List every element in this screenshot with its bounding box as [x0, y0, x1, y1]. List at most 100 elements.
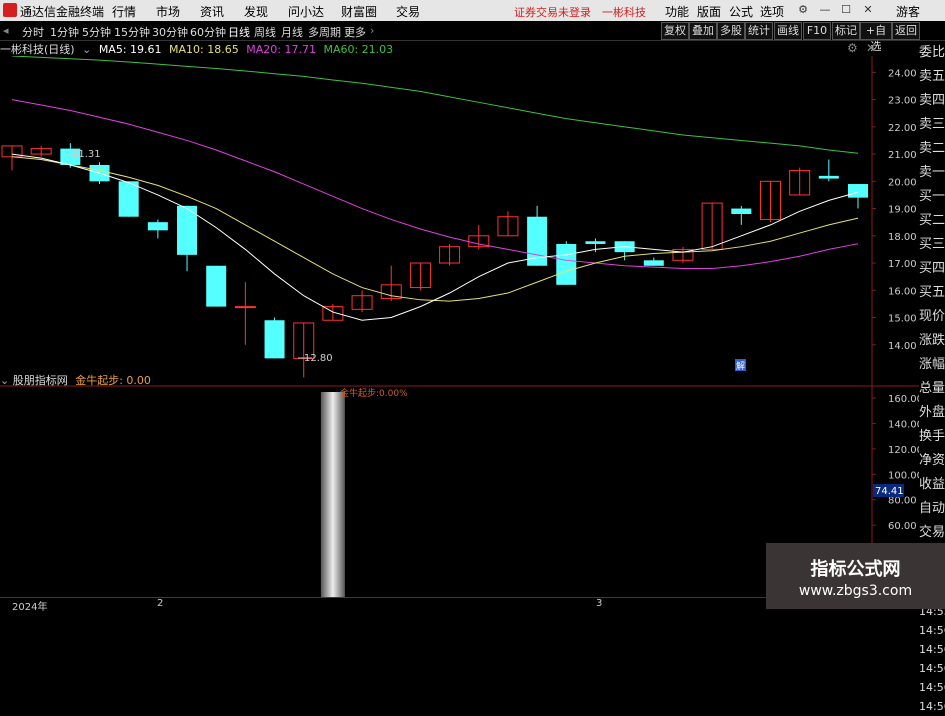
watermark-url: www.zbgs3.com [798, 583, 913, 599]
side-label: 14:56 [919, 624, 945, 637]
menu-options[interactable]: 选项 [760, 3, 784, 20]
add-watchlist-button[interactable]: +自选 [860, 22, 892, 53]
side-label: 买三 [919, 237, 945, 252]
menu-trade[interactable]: 交易 [396, 3, 420, 20]
side-label: 买五 [919, 285, 945, 300]
price-tick-label: 16.00 [888, 286, 917, 297]
stats-button[interactable]: 统计 [745, 22, 773, 40]
sub-tick-label: 60.00 [888, 521, 917, 532]
period-tick[interactable]: 分时 [22, 24, 44, 40]
f10-button[interactable]: F10 [803, 22, 831, 40]
side-label: 现价 [919, 309, 945, 324]
ma5-label: MA5: 19.61 [98, 43, 162, 56]
draw-line-button[interactable]: 画线 [774, 22, 802, 40]
visitor-label: 游客 [896, 5, 921, 19]
side-label: 净资 [919, 453, 945, 468]
menu-market-quotes[interactable]: 行情 [112, 3, 136, 20]
menu-bar: 通达信金融终端 行情 市场 资讯 发现 问小达 财富圈 交易 证券交易未登录 一… [0, 0, 945, 21]
menu-formula[interactable]: 公式 [729, 3, 753, 20]
price-tick-label: 17.00 [888, 259, 917, 270]
period-daily[interactable]: 日线 [228, 24, 250, 40]
candle-body [147, 222, 168, 231]
candle-body [643, 260, 664, 266]
ma10-label: MA10: 18.65 [169, 43, 239, 56]
price-tick-label: 15.00 [888, 314, 917, 325]
dropdown-icon[interactable]: ⌄ [82, 43, 91, 56]
ma10-line [11, 156, 859, 302]
side-label: 卖四 [919, 93, 945, 108]
candle-body [585, 241, 606, 244]
ma60-line [11, 56, 859, 154]
date-axis: 2024年 2 3 [0, 597, 872, 613]
date-label-feb: 2 [157, 598, 164, 609]
side-label: 买二 [919, 213, 945, 228]
sub-tick-label: 140.00 [888, 419, 919, 430]
close-panel-icon[interactable]: ✕ [866, 41, 876, 55]
maximize-icon[interactable]: ☐ [838, 2, 854, 18]
app-name: 通达信金融终端 [20, 5, 105, 19]
menu-function[interactable]: 功能 [665, 3, 689, 20]
settings-icon[interactable]: ⚙ [795, 2, 811, 18]
side-label: 涨跌 [919, 333, 945, 348]
app-logo-icon [3, 3, 17, 17]
ma60-label: MA60: 21.03 [323, 43, 394, 56]
side-label: 卖三 [919, 117, 945, 132]
menu-layout[interactable]: 版面 [697, 3, 721, 20]
menu-ask[interactable]: 问小达 [288, 3, 324, 20]
side-label: 14:56 [919, 681, 945, 694]
period-monthly[interactable]: 月线 [281, 24, 303, 40]
menu-market[interactable]: 市场 [156, 3, 180, 20]
candle-body [818, 175, 839, 179]
price-tick-label: 24.00 [888, 68, 917, 79]
indicator-bar [320, 392, 345, 597]
multi-stock-button[interactable]: 多股 [717, 22, 745, 40]
period-30min[interactable]: 30分钟 [152, 24, 188, 40]
back-button[interactable]: 返回 [892, 22, 920, 40]
side-label: 买一 [919, 189, 945, 204]
candle-body [234, 306, 256, 309]
menu-news[interactable]: 资讯 [200, 3, 224, 20]
menu-wealth[interactable]: 财富圈 [341, 3, 377, 20]
overlay-button[interactable]: 叠加 [689, 22, 717, 40]
sub-tick-label: 80.00 [888, 496, 917, 507]
candle-body [848, 184, 868, 198]
nav-left-icon[interactable]: ◂ [3, 24, 9, 37]
adjust-button[interactable]: 复权 [661, 22, 689, 40]
period-toolbar: ◂ 分时 1分钟 5分钟 15分钟 30分钟 60分钟 日线 周线 月线 多周期… [0, 21, 945, 53]
minimize-icon[interactable]: — [817, 2, 833, 18]
date-label-mar: 3 [596, 598, 603, 609]
date-label-year: 2024年 [12, 602, 48, 613]
sub-tick-label: 100.00 [888, 470, 919, 481]
period-60min[interactable]: 60分钟 [190, 24, 226, 40]
gear-icon[interactable]: ⚙ [847, 41, 858, 55]
side-label: 14:56 [919, 643, 945, 656]
close-icon[interactable]: ✕ [860, 2, 876, 18]
side-label: 委比 [919, 45, 945, 60]
period-5min[interactable]: 5分钟 [82, 24, 111, 40]
trade-login-warning[interactable]: 证券交易未登录 一彬科技 [514, 4, 646, 20]
period-1min[interactable]: 1分钟 [50, 24, 79, 40]
period-weekly[interactable]: 周线 [254, 24, 276, 40]
price-tick-label: 14.00 [888, 341, 917, 352]
current-value-text: 74.41 [875, 486, 904, 497]
side-label: 外盘 [919, 405, 945, 420]
kline-chart[interactable]: 24.00 23.00 22.00 21.00 20.00 19.00 18.00 17.00… [0, 56, 919, 597]
more-chevron-icon[interactable]: › [370, 24, 374, 37]
unlock-marker-label: 解 [736, 360, 745, 372]
candle-body [731, 208, 752, 214]
menu-discover[interactable]: 发现 [244, 3, 268, 20]
watermark-panel: 指标公式网 www.zbgs3.com [766, 543, 945, 609]
side-label: 买四 [919, 261, 945, 276]
period-15min[interactable]: 15分钟 [114, 24, 150, 40]
candle-body [264, 320, 285, 359]
watermark-title: 指标公式网 [810, 559, 901, 580]
side-label: 换手 [919, 429, 945, 444]
price-tick-label: 19.00 [888, 205, 917, 216]
ma-legend: 一彬科技(日线) ⌄ MA5: 19.61 MA10: 18.65 MA20: … [0, 41, 397, 56]
period-more[interactable]: 更多 [344, 24, 366, 40]
price-tick-label: 21.00 [888, 150, 917, 161]
period-multi[interactable]: 多周期 [308, 24, 341, 40]
sub-tick-label: 160.00 [888, 394, 919, 405]
price-tick-label: 22.00 [888, 123, 917, 134]
mark-button[interactable]: 标记 [832, 22, 860, 40]
